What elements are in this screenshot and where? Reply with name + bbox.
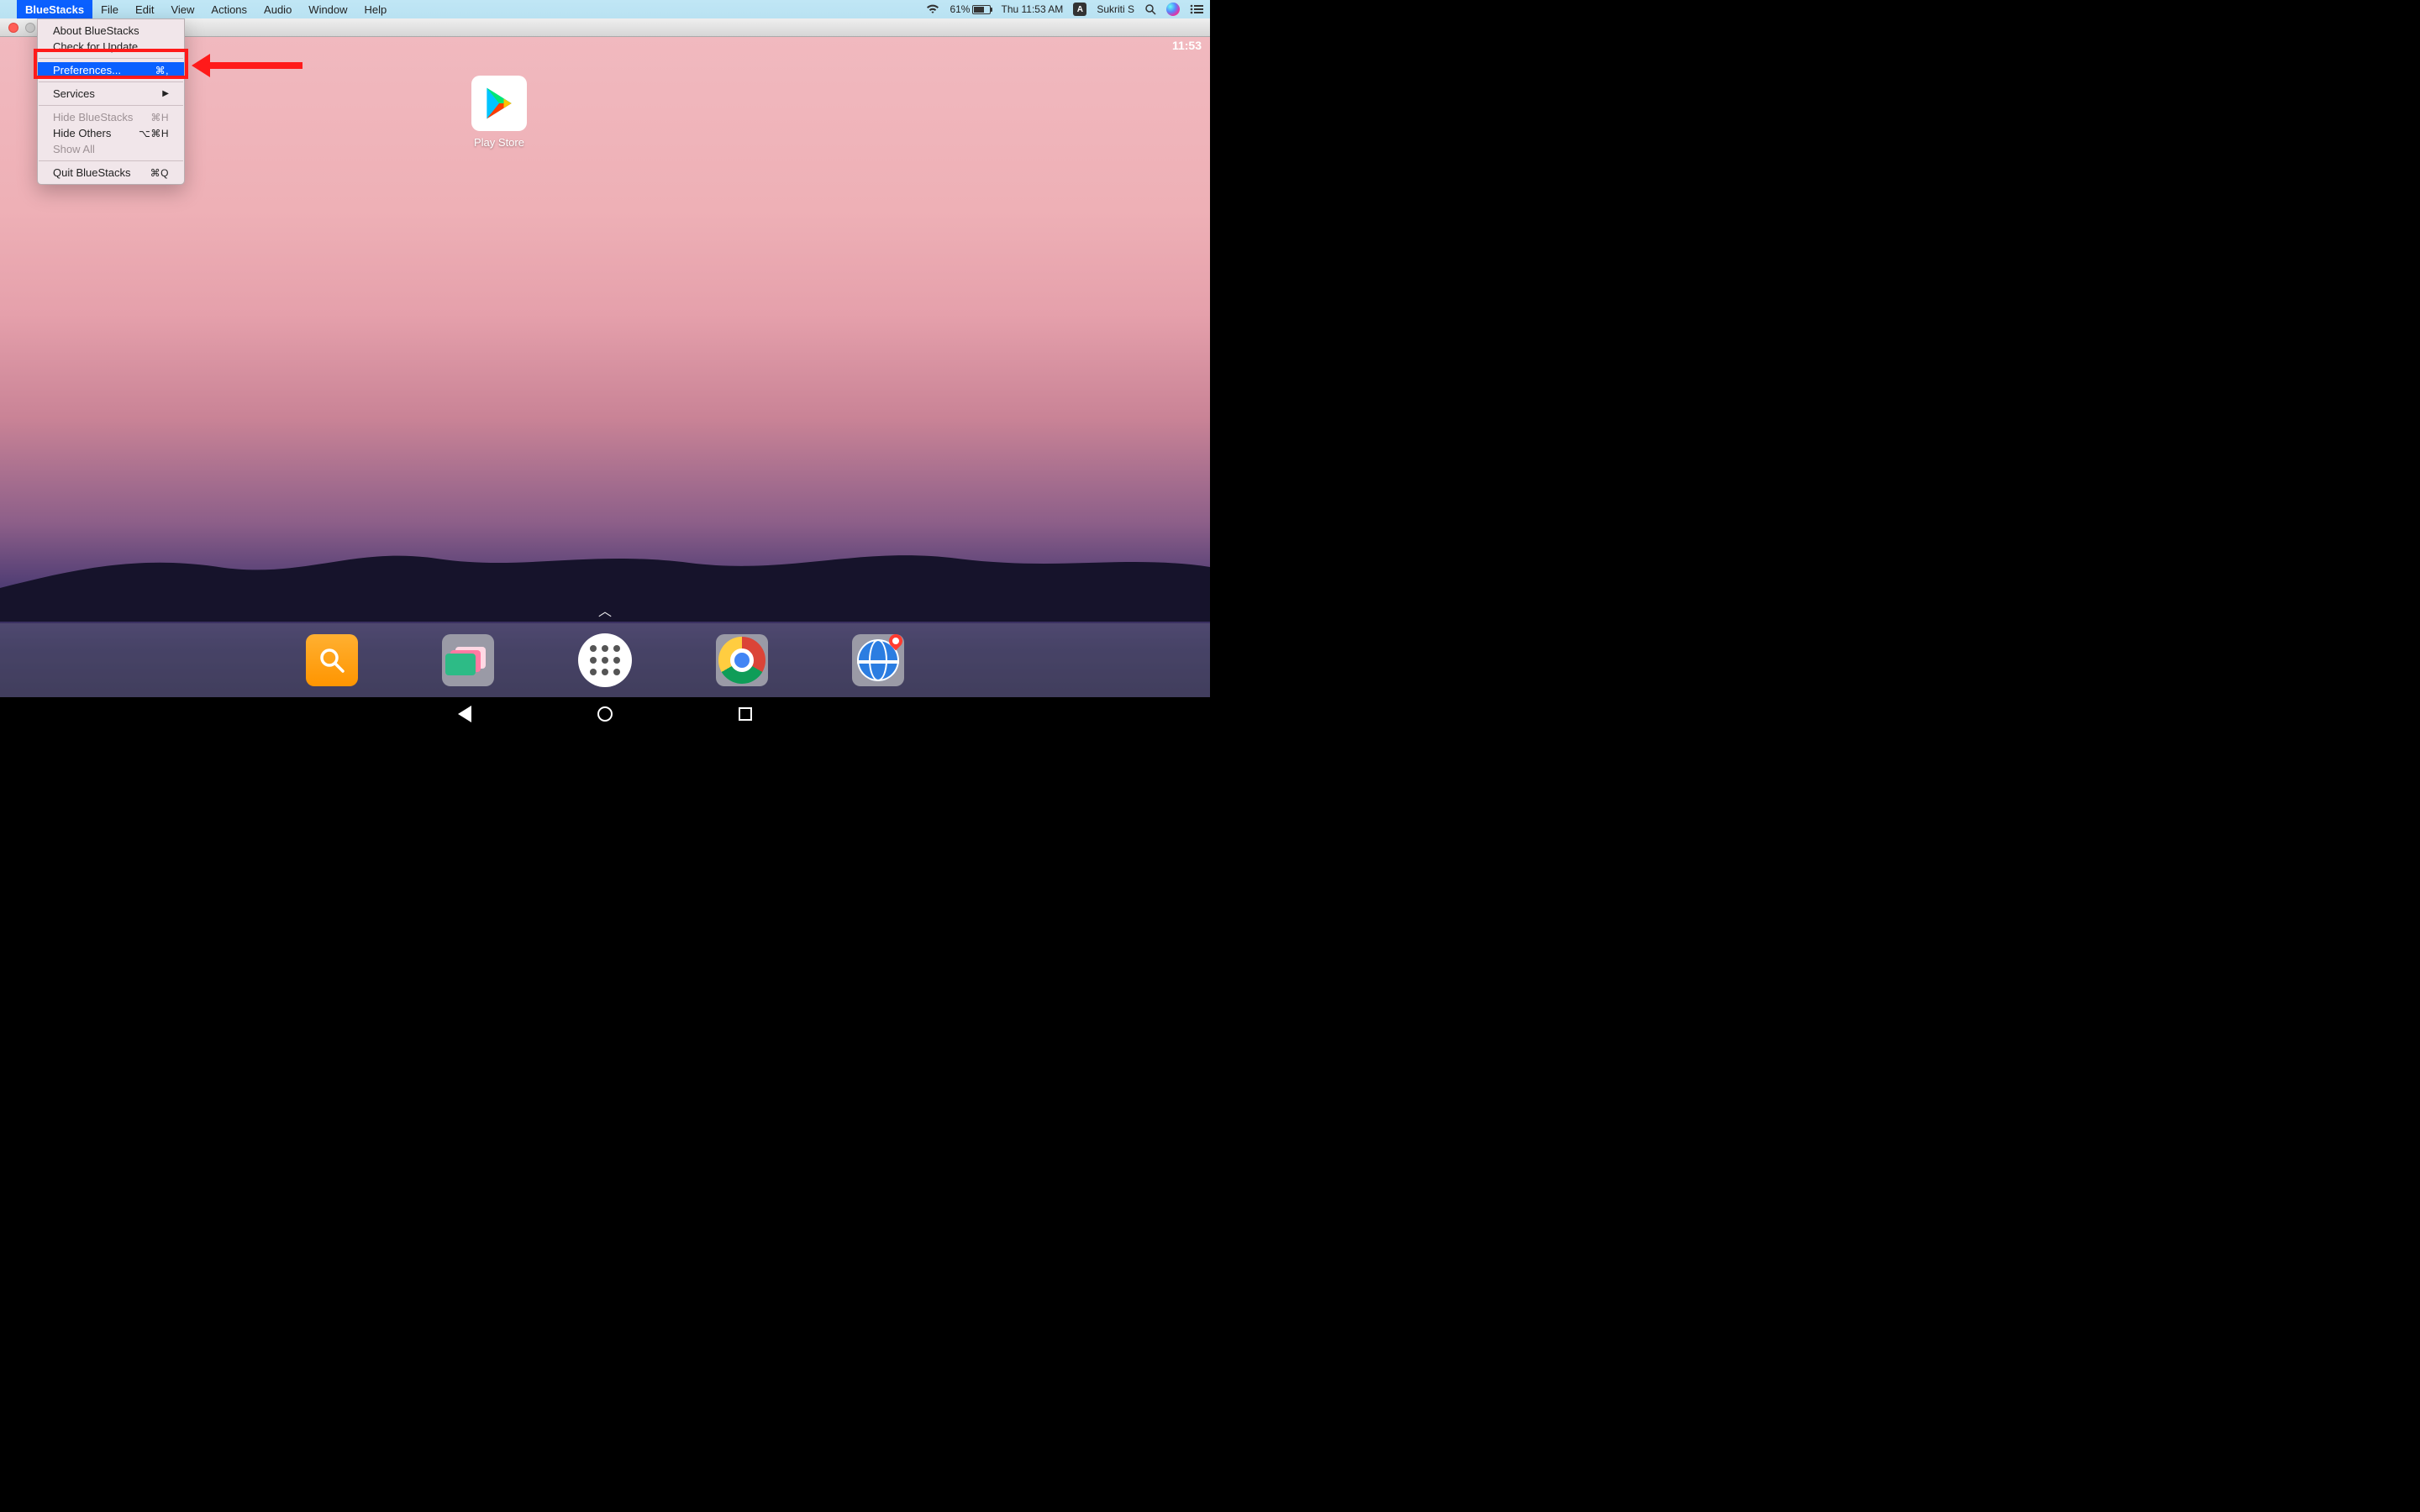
chrome-icon <box>718 637 765 684</box>
siri-icon[interactable] <box>1166 3 1180 16</box>
menu-show-all: Show All <box>38 141 184 157</box>
play-store-icon <box>471 76 527 131</box>
android-clock: 11:53 <box>1172 39 1202 52</box>
nav-home-button[interactable] <box>597 706 613 722</box>
battery-icon <box>972 5 991 14</box>
chevron-right-icon: ▶ <box>162 89 169 98</box>
window-close-button[interactable] <box>8 23 18 33</box>
shortcut-label: ⌘, <box>155 65 169 76</box>
gallery-icon <box>449 645 487 675</box>
menu-check-update[interactable]: Check for Update... <box>38 39 184 55</box>
menu-window[interactable]: Window <box>300 0 355 18</box>
app-label: Play Store <box>471 136 528 149</box>
menu-quit[interactable]: Quit BlueStacks ⌘Q <box>38 165 184 181</box>
menubar-left: BlueStacks File Edit View Actions Audio … <box>8 0 395 18</box>
menu-separator <box>39 160 183 161</box>
shortcut-label: ⌥⌘H <box>139 128 169 139</box>
menu-separator <box>39 81 183 82</box>
clock[interactable]: Thu 11:53 AM <box>1001 3 1063 15</box>
shortcut-label: ⌘H <box>150 112 169 123</box>
battery-status[interactable]: 61% <box>950 3 991 15</box>
menu-file[interactable]: File <box>92 0 127 18</box>
menu-separator <box>39 58 183 59</box>
wifi-icon[interactable] <box>926 4 939 14</box>
home-icon <box>597 706 613 722</box>
input-source-icon[interactable]: A <box>1073 3 1086 16</box>
macos-menubar: BlueStacks File Edit View Actions Audio … <box>0 0 1210 18</box>
menu-about[interactable]: About BlueStacks <box>38 23 184 39</box>
menu-view[interactable]: View <box>162 0 203 18</box>
menu-services[interactable]: Services ▶ <box>38 86 184 102</box>
window-minimize-button[interactable] <box>25 23 35 33</box>
back-icon <box>458 706 471 722</box>
menu-audio[interactable]: Audio <box>255 0 300 18</box>
dock-app-drawer[interactable] <box>578 633 632 687</box>
dock-gallery-app[interactable] <box>442 634 494 686</box>
app-menu[interactable]: BlueStacks <box>17 0 92 18</box>
menu-hide-others[interactable]: Hide Others ⌥⌘H <box>38 125 184 141</box>
menubar-right: 61% Thu 11:53 AM A Sukriti S <box>926 3 1203 16</box>
nav-recents-button[interactable] <box>739 707 752 721</box>
android-navbar <box>0 697 1210 731</box>
shortcut-label: ⌘Q <box>150 167 169 179</box>
globe-maps-icon <box>857 639 899 681</box>
menu-help[interactable]: Help <box>356 0 396 18</box>
android-dock <box>0 623 1210 697</box>
dock-search-app[interactable] <box>306 634 358 686</box>
notification-center-icon[interactable] <box>1190 4 1203 14</box>
android-status-bar: 11:53 <box>1164 37 1210 55</box>
menu-edit[interactable]: Edit <box>127 0 162 18</box>
menu-separator <box>39 105 183 106</box>
dock-chrome-app[interactable] <box>716 634 768 686</box>
dock-expand-caret-icon[interactable]: ︿ <box>598 600 612 620</box>
battery-percent-label: 61% <box>950 3 970 15</box>
menu-preferences[interactable]: Preferences... ⌘, <box>38 62 184 78</box>
user-menu[interactable]: Sukriti S <box>1097 3 1134 15</box>
menu-actions[interactable]: Actions <box>203 0 255 18</box>
dock-maps-app[interactable] <box>852 634 904 686</box>
play-store-app-icon[interactable]: Play Store <box>471 76 528 149</box>
menu-hide-app: Hide BlueStacks ⌘H <box>38 109 184 125</box>
app-drawer-icon <box>590 645 620 675</box>
nav-back-button[interactable] <box>458 706 471 722</box>
recents-icon <box>739 707 752 721</box>
spotlight-icon[interactable] <box>1144 3 1156 15</box>
app-menu-dropdown: About BlueStacks Check for Update... Pre… <box>37 18 185 185</box>
search-icon <box>318 646 346 675</box>
